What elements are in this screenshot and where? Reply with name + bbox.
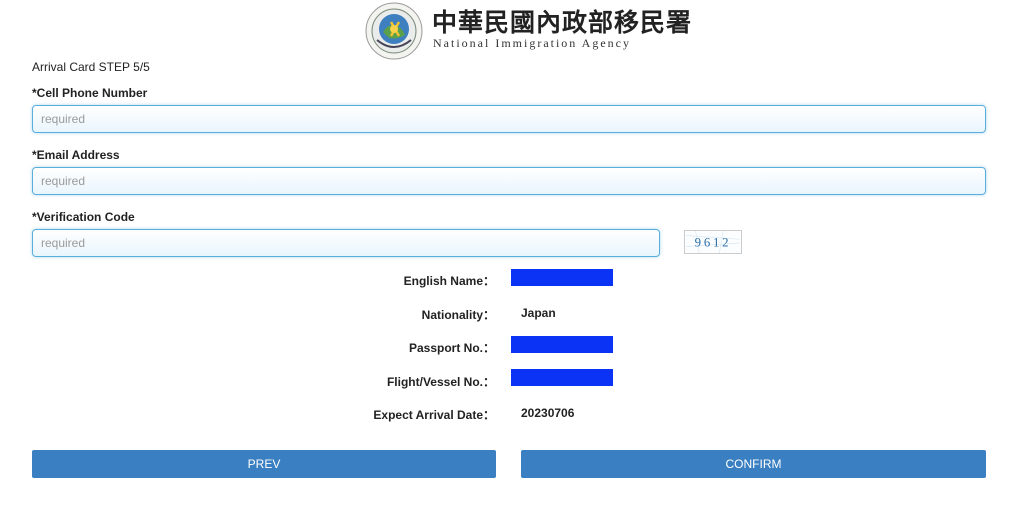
english-name-label: English Name： (403, 274, 495, 288)
flight-vessel-redacted (511, 369, 613, 386)
arrival-date-label: Expect Arrival Date： (373, 408, 495, 422)
email-label: *Email Address (32, 148, 120, 162)
cell-phone-input[interactable] (32, 105, 986, 133)
arrival-date-value: 20230706 (521, 406, 575, 420)
nationality-label: Nationality： (421, 308, 495, 322)
flight-vessel-label: Flight/Vessel No.： (386, 375, 495, 389)
nationality-value: Japan (521, 306, 556, 320)
captcha-image[interactable]: 9612 (684, 230, 742, 254)
nia-emblem-icon (365, 2, 423, 60)
passport-label: Passport No.： (408, 341, 495, 355)
header: 中華民國內政部移民署 National Immigration Agency (0, 0, 1024, 62)
cell-phone-label: *Cell Phone Number (32, 86, 148, 100)
verification-code-input[interactable] (32, 229, 660, 257)
confirm-button[interactable]: CONFIRM (521, 450, 986, 478)
passport-redacted (511, 336, 613, 353)
agency-name-english: National Immigration Agency (433, 36, 631, 50)
email-input[interactable] (32, 167, 986, 195)
captcha-text: 9612 (695, 236, 732, 250)
prev-button[interactable]: PREV (32, 450, 496, 478)
agency-name-chinese: 中華民國內政部移民署 (432, 8, 693, 37)
step-indicator: Arrival Card STEP 5/5 (32, 60, 150, 74)
verification-code-label: *Verification Code (32, 210, 135, 224)
english-name-redacted (511, 269, 613, 286)
